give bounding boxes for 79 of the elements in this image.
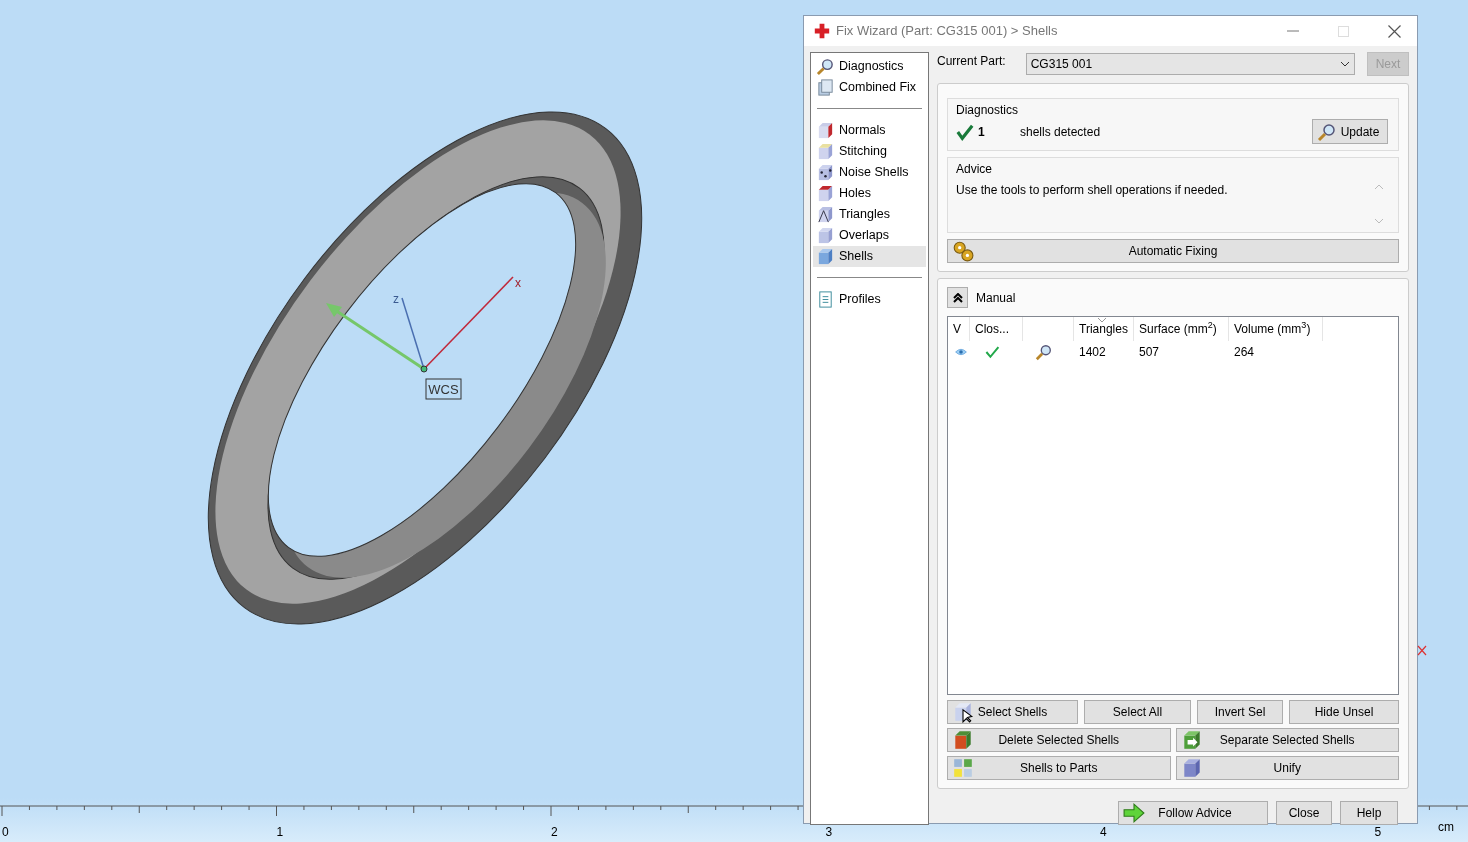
status-text: shells detected [1020,123,1102,141]
scroll-down-icon[interactable] [1374,218,1384,224]
cubes-icon [952,757,974,779]
sidebar-item[interactable]: Combined Fix [813,77,926,98]
footer-button[interactable]: Follow Advice [1118,801,1268,825]
cross-icon [814,23,830,39]
action-button[interactable]: Select All [1084,700,1191,724]
arrow-icon [1123,802,1145,824]
minimize-icon [1286,30,1299,32]
update-button[interactable]: Update [1312,119,1388,144]
automatic-fixing-button[interactable]: Automatic Fixing [947,239,1399,263]
cube-icon [952,729,974,751]
action-button[interactable]: Unify [1175,756,1399,780]
document-icon [816,290,835,309]
sidebar-item[interactable]: Stitching [813,141,926,162]
window-title: Fix Wizard (Part: CG315 001) > Shells [836,22,1059,41]
field-label: Current Part: [937,53,1006,70]
action-button[interactable]: Invert Sel [1197,700,1283,724]
cube-icon [816,184,835,203]
sidebar-item[interactable]: Holes [813,183,926,204]
zoom-button[interactable] [1035,343,1053,361]
ruler-label: 0 [2,824,9,841]
sidebar-item[interactable]: Triangles [813,204,926,225]
gears-icon [952,240,974,262]
origin-icon [420,365,428,373]
action-button[interactable]: Select Shells [947,700,1078,724]
collapse-toggle[interactable] [947,287,968,308]
sidebar-item[interactable]: Noise Shells [813,162,926,183]
action-button[interactable]: Delete Selected Shells [947,728,1171,752]
magnifier-icon [1317,121,1337,142]
column-header[interactable]: Surface (mm$^{2}$) [1134,317,1229,341]
magnifier-icon [1035,343,1053,361]
ruler-label: 3 [825,824,833,841]
column-header[interactable]: Triangles [1074,317,1134,341]
sidebar-item[interactable]: Diagnostics [813,56,926,77]
table-cell-text: 1402 [1078,344,1107,361]
wcs-label: WCS [425,378,462,400]
action-button[interactable]: Hide Unsel [1289,700,1399,724]
section-title: Manual [976,289,1016,307]
group-title: Advice [956,161,994,178]
shell-count: 1 [978,123,986,141]
collapse-icon [952,292,963,303]
magnifier-icon [816,57,835,76]
maximize-icon [1338,25,1349,37]
table-cell-text: 507 [1138,344,1161,361]
column-header[interactable]: Volume (mm$^{3}$) [1229,317,1323,341]
pages-icon [816,78,835,97]
ruler-label: 1 [276,824,284,841]
cube-icon [816,205,835,224]
scroll-up-icon[interactable] [1374,184,1384,190]
sidebar-item[interactable]: Normals [813,120,926,141]
cursor-cube-icon [952,701,974,723]
group-title: Diagnostics [956,102,1020,119]
axis-label: x [515,276,521,290]
action-button[interactable]: Separate Selected Shells [1175,728,1399,752]
advice-text: Use the tools to perform shell operations if needed. [956,182,1229,199]
table-cell-text: 264 [1233,344,1256,361]
cube-icon [816,142,835,161]
ruler-label: 5 [1374,824,1382,841]
column-header[interactable]: Clos... [970,317,1023,341]
part-dropdown[interactable]: CG315 001 [1025,53,1355,75]
ruler-label: 2 [551,824,558,841]
footer-button[interactable]: Help [1340,801,1398,825]
column-header[interactable]: V [948,317,970,341]
close-icon [1388,24,1401,38]
cube-icon [816,247,835,266]
footer-button[interactable]: Close [1276,801,1332,825]
sidebar-item[interactable]: Profiles [813,289,926,310]
cube-icon [816,226,835,245]
sort-icon [1098,318,1106,322]
axis-label: z [393,292,399,306]
dice-icon [816,163,835,182]
sidebar-item[interactable]: Shells [813,246,926,267]
sidebar-item[interactable]: Overlaps [813,225,926,246]
ruler-unit: cm [1438,819,1454,836]
cube-icon [816,121,835,140]
caret-icon [1340,61,1350,67]
action-button[interactable]: Shells to Parts [947,756,1171,780]
ruler-label: 4 [1100,824,1107,841]
